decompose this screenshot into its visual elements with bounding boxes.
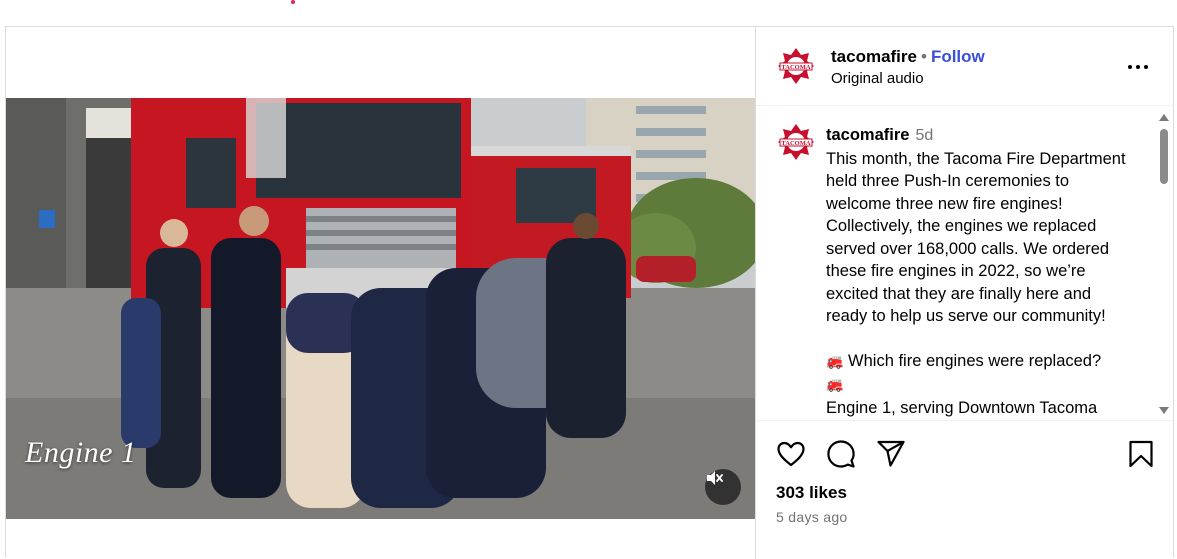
save-button[interactable] [1126, 439, 1156, 469]
caption-username[interactable]: tacomafire [826, 126, 909, 144]
more-icon-dot [1144, 65, 1148, 69]
likes-count[interactable]: 303 likes [776, 483, 847, 503]
post-header: TACOMA tacomafire • Follow Original audio [756, 27, 1174, 106]
comment-icon [827, 440, 855, 468]
video-overlay-text: Engine 1 [25, 436, 137, 469]
post-age[interactable]: 5 days ago [776, 509, 848, 525]
follow-button[interactable]: Follow [931, 47, 985, 66]
caption-body: tacomafire 5d This month, the Tacoma Fire… [826, 124, 1136, 419]
separator-dot: • [920, 47, 927, 66]
caption-avatar[interactable]: TACOMA [776, 122, 816, 162]
tacoma-fire-badge-icon: TACOMA [776, 122, 816, 162]
mute-icon [707, 471, 723, 485]
share-button[interactable] [876, 439, 906, 469]
svg-text:TACOMA: TACOMA [781, 64, 810, 71]
post-media: Engine 1 [6, 27, 756, 559]
scroll-up-arrow-icon[interactable] [1159, 114, 1169, 121]
post-card: Engine 1 TACOMA tacomafire • Follow Orig… [5, 26, 1174, 559]
account-line: tacomafire • Follow [831, 47, 985, 67]
account-avatar[interactable]: TACOMA [776, 46, 816, 86]
scroll-down-arrow-icon[interactable] [1159, 407, 1169, 414]
more-options-button[interactable] [1128, 55, 1152, 79]
caption-text: This month, the Tacoma Fire Department h… [826, 149, 1131, 326]
heart-icon [777, 441, 805, 467]
comments-scrollbar[interactable] [1157, 107, 1171, 420]
share-icon [877, 440, 905, 467]
bookmark-icon [1129, 440, 1153, 468]
tacoma-fire-badge-icon: TACOMA [776, 46, 816, 86]
caption-time[interactable]: 5d [915, 127, 933, 144]
svg-text:TACOMA: TACOMA [781, 140, 810, 147]
comment-button[interactable] [826, 439, 856, 469]
caption-question: Which fire engines were replaced? [848, 351, 1102, 370]
audio-label[interactable]: Original audio [831, 70, 924, 87]
video-player[interactable]: Engine 1 [6, 98, 755, 519]
comments-panel[interactable]: TACOMA tacomafire 5d This month, the Taco… [756, 107, 1174, 420]
mute-button[interactable] [705, 469, 741, 505]
post-sidebar: TACOMA tacomafire • Follow Original audio … [756, 27, 1174, 559]
scroll-thumb[interactable] [1160, 129, 1168, 184]
more-icon-dot [1136, 65, 1140, 69]
notification-dot [291, 0, 295, 4]
more-icon [1128, 65, 1132, 69]
action-bar: 303 likes 5 days ago [756, 420, 1174, 559]
fire-engine-emoji-icon: 🚒 [826, 377, 844, 393]
fire-engine-emoji-icon: 🚒 [826, 353, 844, 370]
like-button[interactable] [776, 439, 806, 469]
caption-next-line: Engine 1, serving Downtown Tacoma [826, 398, 1098, 417]
account-username[interactable]: tacomafire [831, 47, 917, 66]
